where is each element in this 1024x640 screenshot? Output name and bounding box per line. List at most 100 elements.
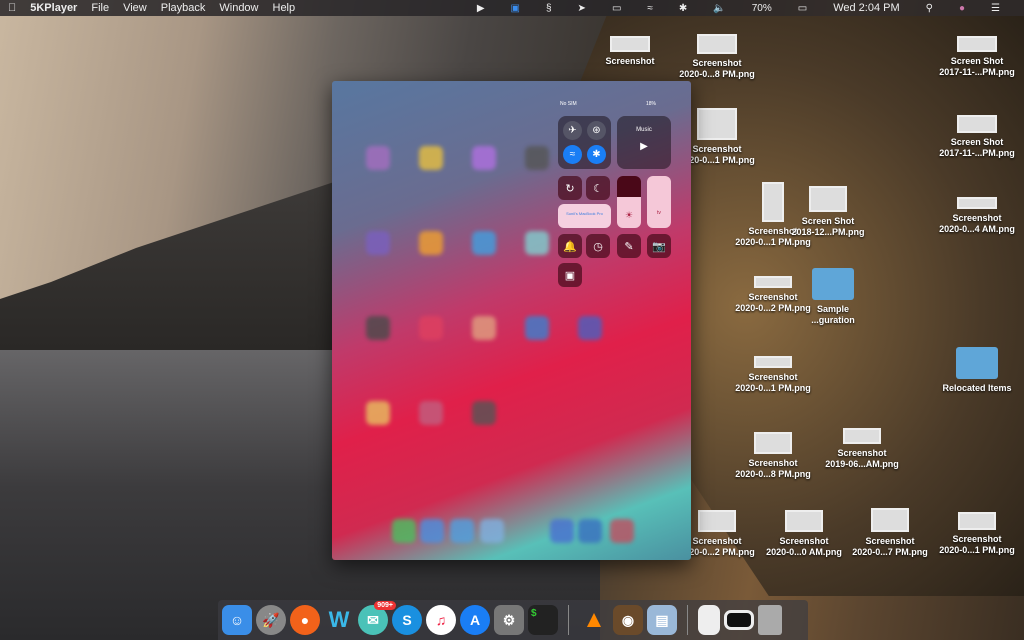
dock-app-icon[interactable] bbox=[450, 519, 474, 543]
mail-app-icon[interactable]: ✉ 909+ bbox=[358, 601, 396, 635]
menu-window[interactable]: Window bbox=[219, 2, 258, 14]
rotation-lock-icon[interactable]: ↻ bbox=[558, 176, 582, 200]
terminal-icon[interactable]: $ bbox=[528, 605, 558, 635]
airplane-mode-icon[interactable]: ✈ bbox=[563, 121, 582, 140]
desktop-file-icon[interactable]: Screen Shot 2017-11-...PM.png bbox=[927, 36, 1024, 78]
app-icon[interactable] bbox=[419, 401, 443, 425]
app-icon[interactable] bbox=[366, 401, 390, 425]
desktop-file-icon[interactable]: Screenshot 2020-0...1 PM.png bbox=[927, 512, 1024, 556]
itunes-icon[interactable]: ♫ bbox=[426, 605, 456, 635]
desktop-file-icon[interactable]: Screenshot 2020-0...1 PM.png bbox=[723, 356, 823, 394]
clock[interactable]: Wed 2:04 PM bbox=[833, 2, 899, 14]
menu-view[interactable]: View bbox=[123, 2, 147, 14]
desktop-file-icon[interactable]: Screenshot 2019-06...AM.png bbox=[812, 428, 912, 470]
volume-slider[interactable]: tv bbox=[647, 176, 671, 228]
airplay-send-icon[interactable]: ➤ bbox=[578, 3, 586, 14]
app-icon[interactable] bbox=[578, 316, 602, 340]
file-thumbnail bbox=[957, 197, 997, 209]
qr-scanner-icon[interactable]: ▣ bbox=[558, 263, 582, 287]
bluetooth-icon[interactable]: ✱ bbox=[679, 3, 687, 14]
dock-app-icon[interactable] bbox=[550, 519, 574, 543]
file-thumbnail bbox=[698, 510, 736, 532]
desktop-file-icon[interactable]: Screenshot 2020-0...8 PM.png bbox=[723, 432, 823, 480]
desktop-file-icon[interactable]: Screen Shot 2018-12...PM.png bbox=[778, 186, 878, 238]
desktop-file-icon[interactable]: Sample ...guration bbox=[783, 268, 883, 326]
apple-menu-icon[interactable]:  bbox=[8, 2, 16, 14]
5kplayer-icon[interactable]: ◉ bbox=[613, 605, 643, 635]
desktop-file-icon[interactable]: Screenshot 2020-0...4 AM.png bbox=[927, 197, 1024, 235]
app-store-icon[interactable]: A bbox=[460, 605, 490, 635]
desktop-file-icon[interactable]: Screenshot bbox=[580, 36, 680, 67]
app-icon[interactable] bbox=[366, 316, 390, 340]
desktop-file-icon[interactable]: Screen Shot 2017-11-...PM.png bbox=[927, 115, 1024, 159]
display-icon[interactable]: ▭ bbox=[612, 3, 621, 14]
skype-icon[interactable]: S bbox=[392, 605, 422, 635]
screen-mirroring-button[interactable]: Sunil's MacBook Pro bbox=[558, 204, 611, 228]
tray-icon[interactable]: ▣ bbox=[511, 3, 520, 14]
launchpad-icon[interactable]: 🚀 bbox=[256, 605, 286, 635]
app-icon[interactable] bbox=[472, 401, 496, 425]
camera-icon[interactable]: 📷 bbox=[647, 234, 671, 258]
dock-app-icon[interactable] bbox=[392, 519, 416, 543]
desktop-file-icon[interactable]: Screenshot 2020-0...8 PM.png bbox=[667, 34, 767, 80]
spotlight-icon[interactable]: ⚲ bbox=[926, 3, 933, 14]
bluetooth-toggle-icon[interactable]: ✱ bbox=[587, 145, 606, 164]
ipad-mirror-window[interactable]: No SIM 18% ✈ ⊛ ≈ ✱ Music ▶ ↻ ☾ ☀ tv Suni… bbox=[332, 81, 691, 560]
app-icon[interactable] bbox=[419, 146, 443, 170]
file-name-label: Screenshot bbox=[952, 213, 1002, 223]
menu-bar:  5KPlayer File View Playback Window Hel… bbox=[0, 0, 1024, 16]
play-status-icon[interactable]: ▶ bbox=[477, 3, 485, 14]
battery-icon[interactable]: ▭ bbox=[798, 3, 807, 14]
do-not-disturb-icon[interactable]: ☾ bbox=[586, 176, 610, 200]
app-icon[interactable] bbox=[525, 146, 549, 170]
app-icon[interactable] bbox=[472, 316, 496, 340]
app-icon[interactable] bbox=[525, 231, 549, 255]
menu-help[interactable]: Help bbox=[273, 2, 296, 14]
cellular-icon[interactable]: ⊛ bbox=[587, 121, 606, 140]
document-icon[interactable] bbox=[698, 605, 720, 635]
system-preferences-icon[interactable]: ⚙ bbox=[494, 605, 524, 635]
wifi-toggle-icon[interactable]: ≈ bbox=[563, 145, 582, 164]
timer-icon[interactable]: ◷ bbox=[586, 234, 610, 258]
vlc-icon[interactable]: ▲ bbox=[579, 605, 609, 635]
app-icon[interactable] bbox=[366, 146, 390, 170]
file-name-label: Screenshot bbox=[748, 372, 798, 382]
file-name-label: 2019-06...AM.png bbox=[825, 459, 899, 469]
screen-recording-icon[interactable] bbox=[724, 610, 754, 630]
volume-icon[interactable]: 🔈 bbox=[713, 3, 725, 14]
trash-icon[interactable] bbox=[758, 605, 782, 635]
notification-center-icon[interactable]: ☰ bbox=[991, 3, 1000, 14]
firefox-icon[interactable]: ● bbox=[290, 605, 320, 635]
finder-icon[interactable]: ☺ bbox=[222, 605, 252, 635]
app-icon[interactable] bbox=[472, 231, 496, 255]
dock-app-icon[interactable] bbox=[610, 519, 634, 543]
notes-icon[interactable]: ✎ bbox=[617, 234, 641, 258]
dock-app-icon[interactable] bbox=[578, 519, 602, 543]
file-name-label: Screenshot bbox=[748, 458, 798, 468]
file-name-label: Relocated Items bbox=[942, 383, 1012, 393]
app-icon[interactable] bbox=[419, 231, 443, 255]
file-thumbnail bbox=[809, 186, 847, 212]
brightness-slider[interactable]: ☀ bbox=[617, 176, 641, 228]
dock-app-icon[interactable] bbox=[480, 519, 504, 543]
desktop-file-icon[interactable]: Relocated Items bbox=[927, 347, 1024, 394]
dock-app-icon[interactable] bbox=[420, 519, 444, 543]
script-icon[interactable]: § bbox=[546, 3, 552, 14]
preview-icon[interactable]: ▤ bbox=[647, 605, 677, 635]
app-icon[interactable] bbox=[472, 146, 496, 170]
battery-percent[interactable]: 70% bbox=[752, 3, 772, 14]
siri-icon[interactable]: ● bbox=[959, 3, 965, 14]
desktop-file-icon[interactable]: Screenshot 2020-0...0 AM.png bbox=[754, 510, 854, 558]
app-icon[interactable] bbox=[525, 316, 549, 340]
wifi-icon[interactable]: ≈ bbox=[647, 3, 653, 14]
menu-app[interactable]: 5KPlayer bbox=[30, 2, 77, 14]
file-name-label: ...guration bbox=[811, 315, 855, 325]
app-icon[interactable] bbox=[419, 316, 443, 340]
desktop-file-icon[interactable]: Screenshot 2020-0...7 PM.png bbox=[840, 508, 940, 558]
menu-playback[interactable]: Playback bbox=[161, 2, 206, 14]
menu-file[interactable]: File bbox=[91, 2, 109, 14]
play-icon[interactable]: ▶ bbox=[617, 141, 671, 152]
w-app-icon[interactable]: W bbox=[324, 605, 354, 635]
bell-icon[interactable]: 🔔 bbox=[558, 234, 582, 258]
app-icon[interactable] bbox=[366, 231, 390, 255]
